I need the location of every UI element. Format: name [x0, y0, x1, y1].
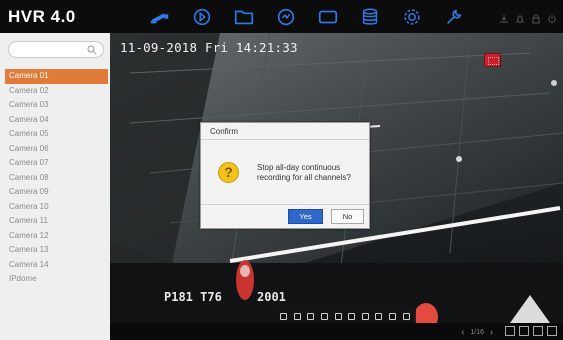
configuration-icon[interactable] — [400, 5, 424, 29]
live-view-toolbar — [274, 309, 416, 323]
status-icons — [499, 11, 557, 24]
view-controls — [505, 326, 557, 336]
camera-list-item[interactable]: Camera 14 — [5, 258, 108, 273]
file-management-icon[interactable] — [232, 5, 256, 29]
camera-list-item[interactable]: Camera 09 — [5, 185, 108, 200]
camera-list-item[interactable]: Camera 01 — [5, 69, 108, 84]
info-icon[interactable] — [375, 312, 383, 320]
playback-icon[interactable] — [190, 5, 214, 29]
settings-icon[interactable] — [533, 326, 543, 336]
strategy-icon[interactable] — [361, 312, 369, 320]
search-icon[interactable] — [87, 45, 97, 55]
smart-analysis-icon[interactable] — [274, 5, 298, 29]
camera-sidebar: Camera 01 Camera 02 Camera 03 Camera 04 … — [0, 33, 110, 340]
camera-list: Camera 01 Camera 02 Camera 03 Camera 04 … — [5, 69, 108, 287]
top-navigation-bar: HVR 4.0 — [0, 0, 563, 33]
ptz-icon[interactable] — [389, 312, 397, 320]
camera-list-item[interactable]: Camera 02 — [5, 84, 108, 99]
confirm-dialog: Confirm ? Stop all-day continuous record… — [200, 122, 370, 229]
camera-list-item[interactable]: Camera 10 — [5, 200, 108, 215]
fullscreen-icon[interactable] — [547, 326, 557, 336]
app-title: HVR 4.0 — [8, 7, 76, 26]
previous-page-icon[interactable]: ‹ — [461, 327, 464, 337]
page-navigator: ‹ 1/16 › — [461, 327, 493, 337]
osd-datetime: 11-09-2018 Fri 14:21:33 — [120, 40, 298, 55]
hdd-icon[interactable] — [316, 5, 340, 29]
dialog-divider — [201, 139, 369, 140]
camera-list-item[interactable]: Camera 08 — [5, 171, 108, 186]
close-icon[interactable] — [402, 312, 410, 320]
camera-search-input[interactable] — [8, 41, 104, 58]
osd-camera-name: P181 T76 — [164, 290, 222, 304]
no-button[interactable]: No — [331, 209, 364, 224]
question-icon: ? — [218, 162, 239, 183]
instant-playback-icon[interactable] — [293, 312, 301, 320]
dialog-footer-divider — [201, 204, 369, 205]
refresh-icon[interactable] — [519, 326, 529, 336]
storage-icon[interactable] — [358, 5, 382, 29]
capture-icon[interactable] — [321, 312, 329, 320]
digital-zoom-icon[interactable] — [334, 312, 342, 320]
bottom-status-bar: ‹ 1/16 › — [110, 323, 563, 340]
camera-list-item[interactable]: Camera 11 — [5, 214, 108, 229]
camera-list-item[interactable]: Camera 13 — [5, 243, 108, 258]
yes-button[interactable]: Yes — [288, 209, 323, 224]
dialog-title: Confirm — [210, 127, 239, 136]
live-view-icon[interactable] — [148, 5, 172, 29]
dialog-message: Stop all-day continuous recording for al… — [257, 163, 351, 182]
camera-list-item[interactable]: Camera 05 — [5, 127, 108, 142]
osd-year: 2001 — [257, 290, 286, 304]
camera-list-item[interactable]: Camera 07 — [5, 156, 108, 171]
power-icon[interactable] — [547, 11, 557, 23]
audio-icon[interactable] — [307, 312, 315, 320]
layout-icon[interactable] — [505, 326, 515, 336]
maintenance-icon[interactable] — [442, 5, 466, 29]
lock-icon[interactable] — [531, 11, 541, 24]
camera-list-item[interactable]: Camera 06 — [5, 142, 108, 157]
manual-record-icon[interactable] — [280, 312, 288, 320]
download-icon[interactable] — [499, 11, 509, 23]
camera-list-item[interactable]: Camera 04 — [5, 113, 108, 128]
camera-list-item[interactable]: Camera 12 — [5, 229, 108, 244]
image-settings-icon[interactable] — [348, 312, 356, 320]
camera-list-item[interactable]: IPdome — [5, 272, 108, 287]
alarm-icon[interactable] — [515, 11, 525, 23]
camera-list-item[interactable]: Camera 03 — [5, 98, 108, 113]
next-page-icon[interactable]: › — [490, 327, 493, 337]
page-indicator: 1/16 — [470, 328, 484, 336]
recording-status-icon — [484, 53, 501, 67]
